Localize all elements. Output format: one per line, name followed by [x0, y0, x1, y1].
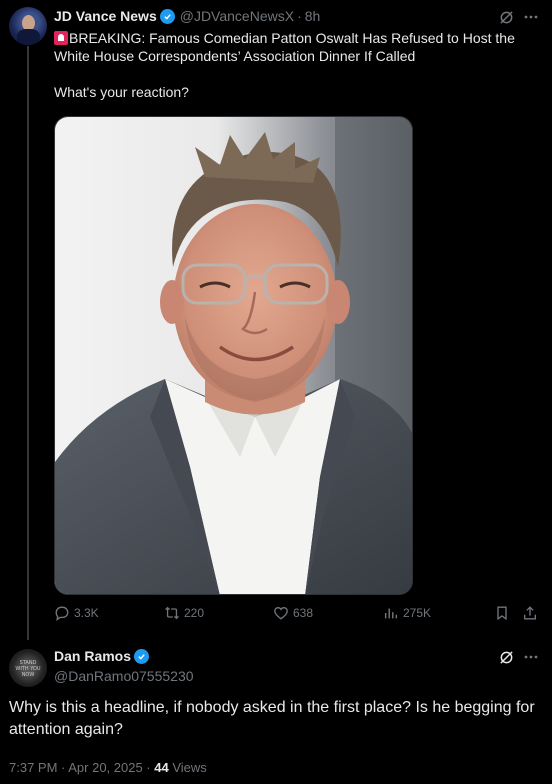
verified-badge-icon	[159, 8, 175, 24]
share-button[interactable]	[522, 605, 542, 621]
author-name[interactable]: JD Vance News	[54, 8, 157, 24]
tweet-photo[interactable]	[54, 116, 413, 595]
photo-image	[55, 117, 412, 594]
reply-views-count: 44	[154, 760, 169, 775]
like-button[interactable]: 638	[273, 605, 313, 621]
siren-icon	[54, 31, 68, 45]
grok-icon[interactable]	[497, 8, 515, 26]
reply-timestamp[interactable]: 7:37 PM · Apr 20, 2025 ·	[9, 760, 154, 775]
reply-views-label: Views	[172, 760, 207, 775]
author-handle[interactable]: @JDVanceNewsX	[180, 8, 294, 24]
tweet-actions: 3.3K 220 638 275K	[54, 605, 542, 625]
avatar-text: STAND WITH YOU NOW	[15, 660, 41, 678]
avatar[interactable]	[9, 7, 47, 45]
analytics-icon	[384, 608, 398, 619]
views-button[interactable]: 275K	[383, 605, 431, 621]
separator-dot: ·	[297, 8, 302, 24]
tweet-headline: BREAKING: Famous Comedian Patton Oswalt …	[54, 30, 515, 64]
grok-icon[interactable]	[497, 648, 515, 666]
tweet-question: What's your reaction?	[54, 84, 189, 100]
view-count: 275K	[403, 606, 432, 620]
reply-icon	[55, 606, 69, 621]
heart-icon	[274, 606, 288, 620]
reply-header: Dan Ramos	[54, 648, 150, 664]
reply-button[interactable]: 3.3K	[54, 605, 99, 621]
more-options-icon[interactable]	[522, 8, 540, 26]
tweet-text: BREAKING: Famous Comedian Patton Oswalt …	[54, 29, 534, 101]
tweet-header: JD Vance News @JDVanceNewsX · 8h	[54, 8, 320, 24]
tweet-time[interactable]: 8h	[305, 8, 321, 24]
reply-count: 3.3K	[74, 606, 99, 620]
repost-icon	[165, 606, 179, 620]
verified-badge-icon	[134, 648, 150, 664]
like-count: 638	[293, 606, 314, 620]
more-options-icon[interactable]	[522, 648, 540, 666]
bookmark-button[interactable]	[494, 605, 514, 621]
reply-handle[interactable]: @DanRamo07555230	[54, 668, 194, 684]
reply-avatar[interactable]: STAND WITH YOU NOW	[9, 649, 47, 687]
bookmark-icon	[497, 606, 507, 621]
thread-connector	[27, 46, 29, 640]
repost-count: 220	[184, 606, 205, 620]
reply-text: Why is this a headline, if nobody asked …	[9, 699, 535, 738]
share-icon	[524, 606, 536, 620]
reply-meta: 7:37 PM · Apr 20, 2025 · 44 Views	[9, 760, 207, 775]
reply-author-name[interactable]: Dan Ramos	[54, 648, 131, 664]
repost-button[interactable]: 220	[164, 605, 204, 621]
